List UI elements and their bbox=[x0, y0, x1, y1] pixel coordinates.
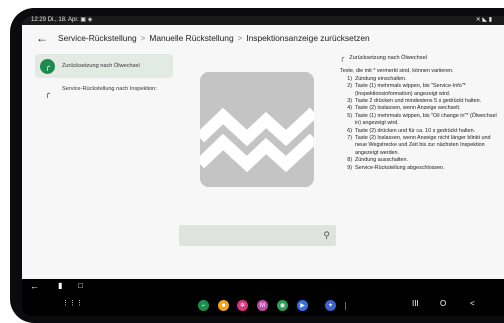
home-button[interactable]: O bbox=[440, 299, 446, 308]
system-navigation-bar: ← ▮ □ ⋮⋮⋮ ⌐ ■ ✲ M ◉ ▶ ✦ III O < bbox=[22, 279, 504, 316]
image-toolbar: ⚲ bbox=[179, 225, 336, 246]
list-item: 9) Service-Rückstellung abgeschlossen. bbox=[347, 164, 445, 171]
dock-divider bbox=[345, 302, 346, 310]
instruction-panel: ╭ Zurücksetzung nach Ölwechsel Texte, di… bbox=[340, 55, 500, 172]
instruction-header: ╭ Zurücksetzung nach Ölwechsel bbox=[340, 55, 500, 62]
status-time-date: 12:29 Di., 18. Apr. ▣ ◈ bbox=[31, 16, 92, 25]
screen-icon[interactable]: ▮ bbox=[58, 281, 62, 290]
status-time: 12:29 bbox=[31, 17, 47, 23]
app-bar: ← Service-Rückstellung > Manuelle Rückst… bbox=[22, 25, 504, 51]
app-gmail-icon[interactable]: M bbox=[257, 300, 268, 311]
breadcrumb-manuelle-rueckstellung[interactable]: Manuelle Rückstellung bbox=[149, 33, 233, 43]
list-item: 3) Taste 2 drücken und mindestens 5 s ged… bbox=[347, 98, 482, 105]
nav-item-label: Service-Rückstellung nach Inspektion: bbox=[62, 86, 157, 92]
status-bar: 12:29 Di., 18. Apr. ▣ ◈ ✕ ◣ ▮ bbox=[22, 16, 504, 25]
back-arrow-icon[interactable]: ← bbox=[30, 281, 39, 291]
wrench-icon: ╭ bbox=[340, 55, 345, 62]
broken-image-icon bbox=[200, 72, 314, 187]
app-flower-icon[interactable]: ✲ bbox=[237, 300, 248, 311]
breadcrumb-service-rueckstellung[interactable]: Service-Rückstellung bbox=[58, 33, 137, 43]
list-item: 5) Taste (1) mehrmals wippen, bis "Oil ch… bbox=[347, 112, 497, 127]
list-item: 6) Taste (2) drücken und für ca. 10 s ged… bbox=[347, 127, 476, 134]
app-messages-icon[interactable]: ■ bbox=[218, 300, 229, 311]
list-item: 2) Taste (1) mehrmals wippen, bis "Servic… bbox=[347, 83, 466, 97]
app-chrome-icon[interactable]: ◉ bbox=[277, 300, 288, 311]
breadcrumb-separator: > bbox=[237, 33, 243, 43]
illustration-panel: ⚲ bbox=[179, 57, 336, 246]
status-right-icons: ✕ ◣ ▮ bbox=[475, 17, 492, 23]
nav-item-inspektion[interactable]: ╭ Service-Rückstellung nach Inspektion: bbox=[35, 82, 173, 104]
procedure-nav: ╭ Zurücksetzung nach Ölwechsel ╭ Service… bbox=[35, 54, 173, 108]
nav-item-label: Zurücksetzung nach Ölwechsel bbox=[62, 62, 140, 69]
app-settings-icon[interactable]: ✦ bbox=[325, 300, 336, 311]
app-play-icon[interactable]: ▶ bbox=[297, 300, 308, 311]
zoom-icon[interactable]: ⚲ bbox=[323, 230, 330, 241]
system-back-button[interactable]: < bbox=[470, 299, 475, 308]
app-window: ← Service-Rückstellung > Manuelle Rückst… bbox=[22, 25, 504, 279]
nav-item-oelwechsel[interactable]: ╭ Zurücksetzung nach Ölwechsel bbox=[35, 54, 173, 78]
list-item: 1) Zündung einschalten. bbox=[347, 75, 407, 82]
breadcrumb-inspektionsanzeige: Inspektionsanzeige zurücksetzen bbox=[246, 33, 370, 43]
instruction-title: Zurücksetzung nach Ölwechsel bbox=[349, 55, 427, 61]
app-green-icon[interactable]: ⌐ bbox=[198, 300, 209, 311]
apps-grid-icon[interactable]: ⋮⋮⋮ bbox=[62, 299, 83, 307]
window-icon[interactable]: □ bbox=[78, 281, 83, 290]
breadcrumb-separator: > bbox=[140, 33, 146, 43]
list-item: 4) Taste (2) loslassen, wenn Anzeige wech… bbox=[347, 105, 461, 112]
arrow-back-icon[interactable]: ← bbox=[36, 31, 58, 45]
instruction-steps: 1) Zündung einschalten. 2) Taste (1) mehrm… bbox=[340, 76, 500, 172]
status-date: Di., 18. Apr. bbox=[47, 17, 79, 23]
wrench-icon: ╭ bbox=[45, 89, 50, 98]
screen: 12:29 Di., 18. Apr. ▣ ◈ ✕ ◣ ▮ ← Service-… bbox=[22, 16, 504, 316]
instruction-intro: Texte, die mit * vermerkt sind, können v… bbox=[340, 68, 454, 75]
wrench-icon: ╭ bbox=[40, 58, 55, 74]
recent-apps-button[interactable]: III bbox=[412, 299, 419, 308]
list-item: 8) Zündung ausschalten. bbox=[347, 157, 409, 164]
list-item: 7) Taste (2) loslassen, wenn Anzeige nich… bbox=[347, 135, 491, 156]
taskbar: ⋮⋮⋮ ⌐ ■ ✲ M ◉ ▶ ✦ III O < bbox=[22, 297, 504, 313]
notification-icon: ▣ ◈ bbox=[80, 17, 93, 23]
